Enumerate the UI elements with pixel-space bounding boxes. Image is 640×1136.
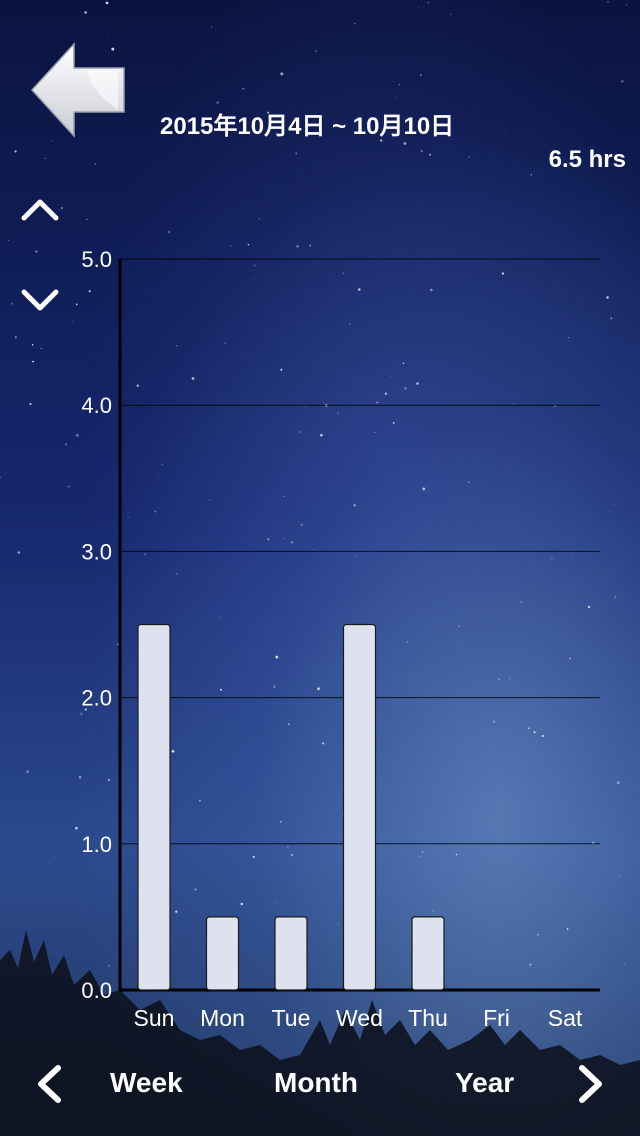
y-tick-label: 1.0 [81,832,112,857]
bar-tue [274,916,308,991]
bar-thu [411,916,445,991]
chevron-right-icon [579,1065,602,1103]
chevron-left-icon [38,1065,61,1103]
previous-period-button[interactable] [32,1064,66,1104]
bar-sun [137,623,171,991]
tab-year[interactable]: Year [455,1067,514,1099]
tab-week[interactable]: Week [110,1067,183,1099]
bar-mon [205,916,240,991]
y-tick-label: 4.0 [81,393,112,418]
x-tick-label: Thu [408,1005,448,1031]
x-tick-label: Fri [483,1005,510,1031]
bar-wed [342,623,377,991]
x-tick-label: Mon [200,1005,245,1031]
y-tick-label: 5.0 [81,247,112,272]
y-tick-label: 2.0 [81,686,112,711]
next-period-button[interactable] [574,1064,608,1104]
x-tick-label: Sun [134,1005,175,1031]
x-tick-label: Wed [336,1005,383,1031]
x-tick-label: Sat [548,1005,583,1031]
tab-month[interactable]: Month [274,1067,358,1099]
weekly-hours-chart: 0.0 1.0 2.0 3.0 4.0 5.0 Sun Mon Tue Wed Thu Fri Sat [81,247,600,1031]
y-tick-label: 3.0 [81,539,112,564]
x-tick-label: Tue [272,1005,311,1031]
y-tick-label: 0.0 [81,978,112,1003]
